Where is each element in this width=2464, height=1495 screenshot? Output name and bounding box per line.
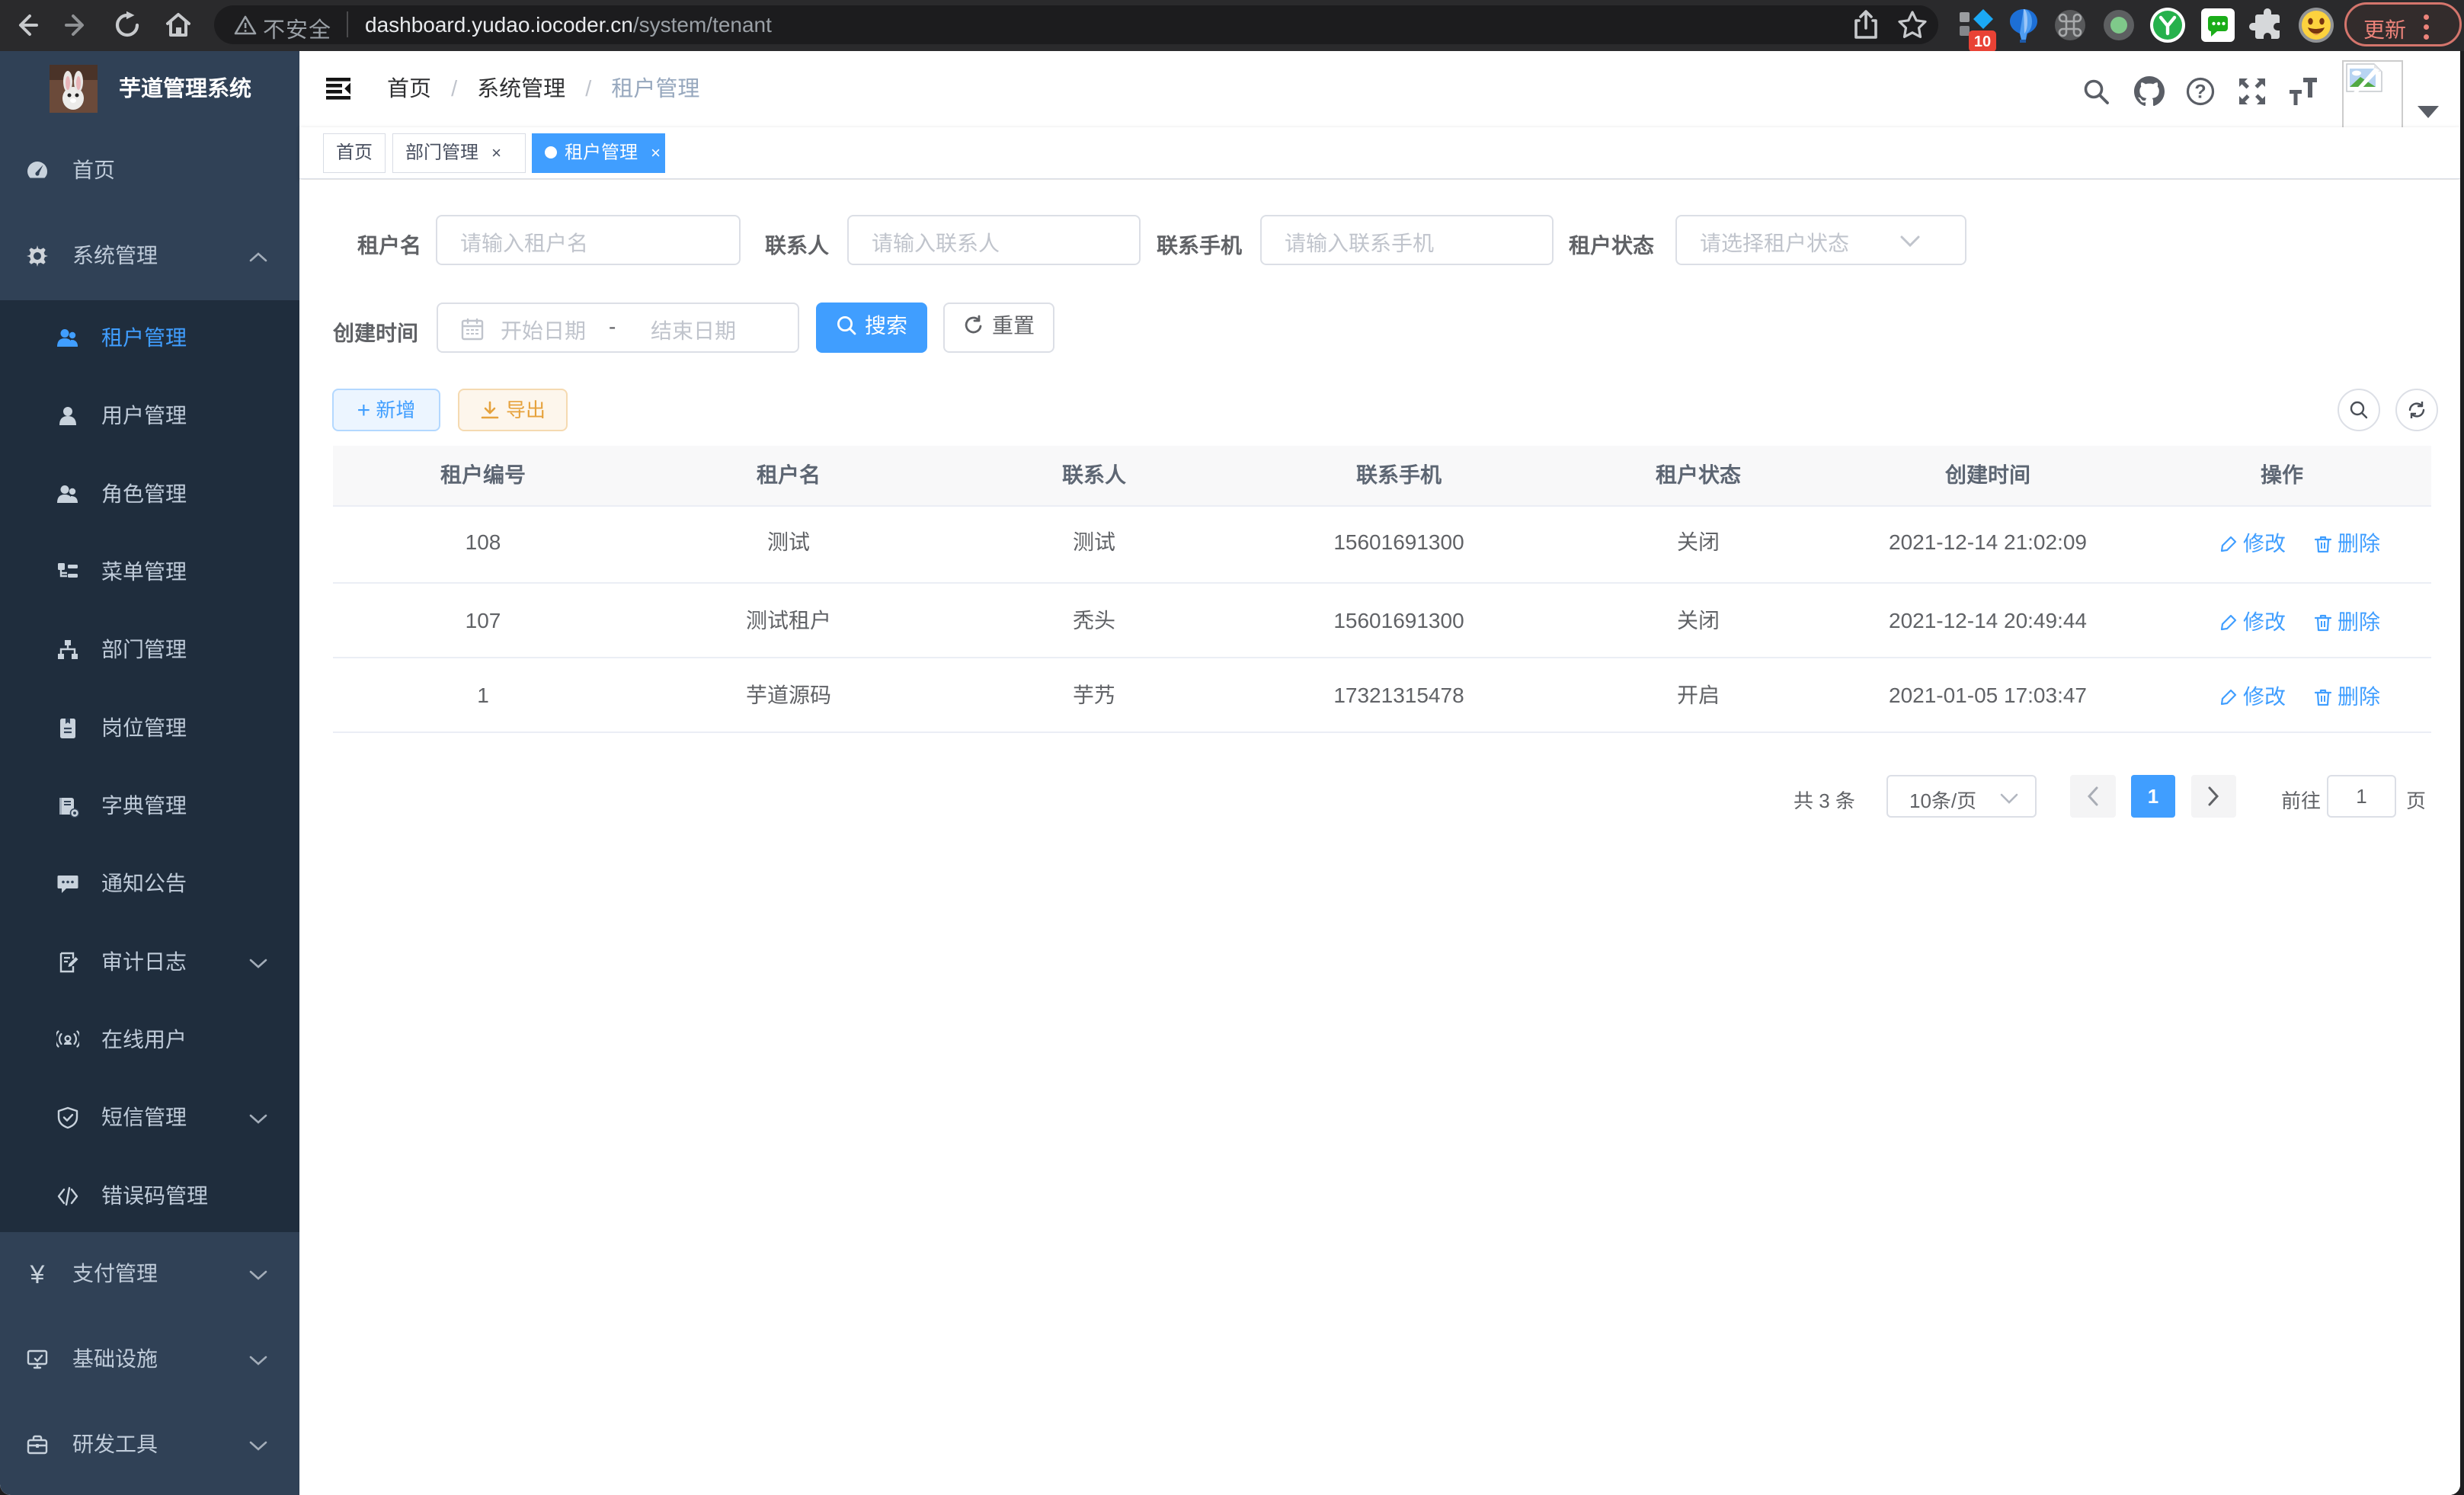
- svg-text:¥: ¥: [30, 1263, 45, 1285]
- svg-text:?: ?: [2194, 82, 2206, 103]
- svg-text:10: 10: [1974, 34, 1991, 50]
